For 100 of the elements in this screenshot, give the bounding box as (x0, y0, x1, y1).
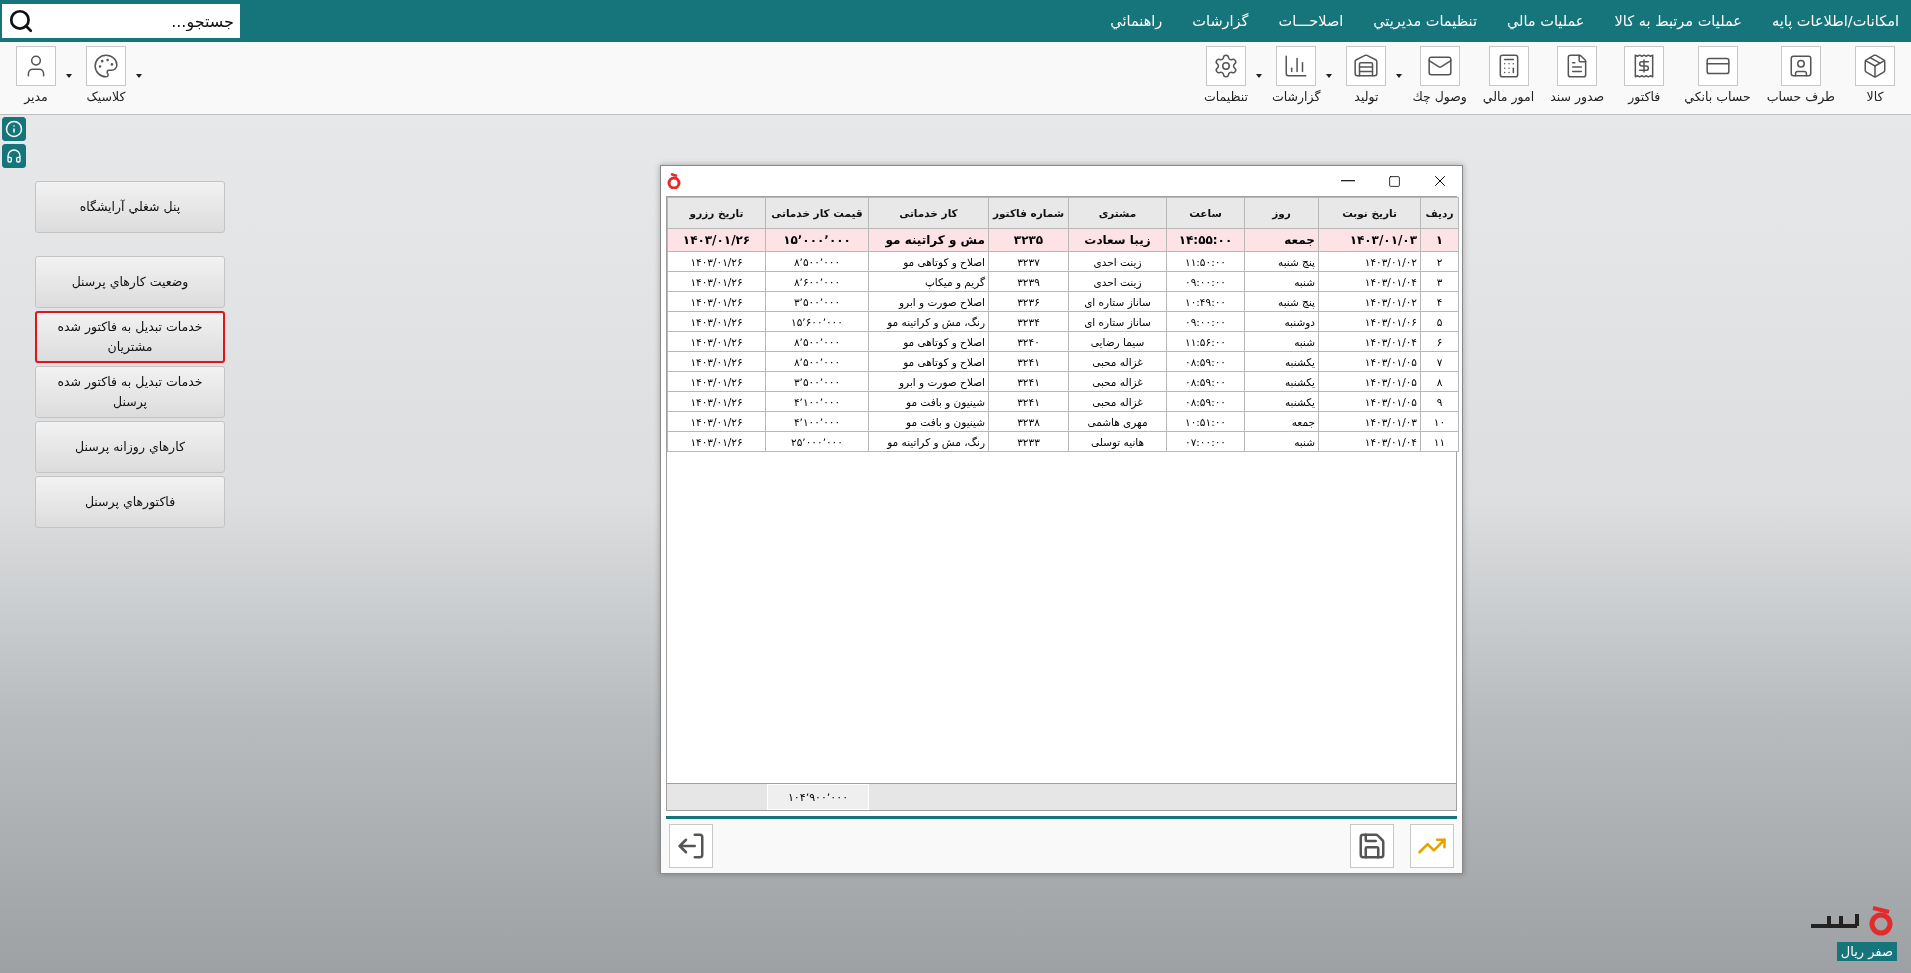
table-cell: ۳۲۳۸ (988, 411, 1069, 432)
menu-item[interactable]: امکانات/اطلاعات پایه (1771, 13, 1899, 29)
menu-item[interactable]: اصلاحـــات (1278, 13, 1344, 29)
table-cell: ۳۲۴۱ (988, 351, 1069, 372)
table-cell: ۳۲۳۳ (988, 431, 1069, 452)
toolbar-button[interactable]: طرف حساب (1760, 46, 1841, 104)
sidebar-button[interactable]: وضعیت کارهاي پرسنل (35, 256, 225, 308)
column-header[interactable]: قیمت کار خدماتی (765, 197, 869, 229)
toolbar-button[interactable]: حساب بانكي (1678, 46, 1757, 104)
table-row[interactable]: ۱۰ ۱۴۰۳/۰۱/۰۳ جمعه ۱۰:۵۱:۰۰ مهری هاشمی ۳۲۳۸ شینیون و بافت مو ۴٬۱۰۰٬۰۰۰ ۱۴۰۳/۰۱/۲۶ (667, 411, 1459, 432)
menu-item[interactable]: راهنمائي (1110, 13, 1163, 29)
table-row[interactable]: ۲ ۱۴۰۳/۰۱/۰۲ پنج شنبه ۱۱:۵۰:۰۰ زینت احدی ۳۲۳۷ اصلاح و کوتاهی مو ۸٬۵۰۰٬۰۰۰ ۱۴۰۳/۰۱/۲۶ (667, 251, 1459, 272)
support-agent-icon[interactable] (2, 144, 26, 168)
exit-button[interactable] (669, 824, 713, 868)
table-cell: ۱۴۰۳/۰۱/۲۶ (667, 311, 766, 332)
table-cell: زینت احدی (1068, 251, 1167, 272)
column-header[interactable]: شماره فاکتور (988, 197, 1069, 229)
column-header[interactable]: تاریخ نوبت (1318, 197, 1421, 229)
table-cell: ۴٬۱۰۰٬۰۰۰ (765, 391, 869, 412)
menu-item[interactable]: تنظیمات مدیریتي (1373, 13, 1477, 29)
toolbar-button[interactable]: مدیر (6, 46, 66, 104)
sidebar-button[interactable]: فاکتورهاي پرسنل (35, 476, 225, 528)
table-cell: ۱۰ (1420, 411, 1459, 432)
table-cell: ۲ (1420, 251, 1459, 272)
column-header[interactable]: مشتری (1068, 197, 1167, 229)
toolbar-button[interactable]: صدور سند (1544, 46, 1611, 104)
table-cell: ۱۰:۴۹:۰۰ (1166, 291, 1245, 312)
toolbar-button[interactable]: وصول چك (1406, 46, 1473, 104)
caret-icon[interactable] (1326, 74, 1333, 78)
column-header[interactable]: تاریخ رزرو (667, 197, 766, 229)
table-row[interactable]: ۴ ۱۴۰۳/۰۱/۰۲ پنج شنبه ۱۰:۴۹:۰۰ ساناز ستاره ای ۳۲۳۶ اصلاح صورت و ابرو ۳٬۵۰۰٬۰۰۰ ۱۴۰۳/۰۱/۲۶ (667, 291, 1459, 312)
table-cell: ۱۴۰۳/۰۱/۰۵ (1318, 371, 1421, 392)
info-icon[interactable] (2, 117, 26, 141)
sidebar-button[interactable]: پنل شغلي آرايشگاه (35, 181, 225, 233)
caret-icon[interactable] (66, 74, 72, 78)
sidebar-button[interactable]: خدمات تبديل به فاكتور شده پرسنل (35, 366, 225, 418)
table-cell: ۱۴۰۳/۰۱/۲۶ (667, 391, 766, 412)
table-cell: ۳۲۳۴ (988, 311, 1069, 332)
table-cell: یکشنبه (1244, 371, 1319, 392)
balance-badge: صفر ريال (1836, 942, 1897, 961)
table-row[interactable]: ۱ ۱۴۰۳/۰۱/۰۳ جمعه ۱۴:۵۵:۰۰ زیبا سعادت ۳۲۳۵ مش و کراتینه مو ۱۵٬۰۰۰٬۰۰۰ ۱۴۰۳/۰۱/۲۶ (667, 228, 1459, 252)
table-cell: ۳۲۳۷ (988, 251, 1069, 272)
table-cell: ۱۵٬۰۰۰٬۰۰۰ (765, 228, 869, 252)
table-cell: ساناز ستاره ای (1068, 291, 1167, 312)
table-cell: ۳ (1420, 271, 1459, 292)
table-cell: زینت احدی (1068, 271, 1167, 292)
caret-icon[interactable] (1255, 74, 1262, 78)
table-row[interactable]: ۷ ۱۴۰۳/۰۱/۰۵ یکشنبه ۰۸:۵۹:۰۰ غزاله محبی ۳۲۴۱ اصلاح و کوتاهی مو ۸٬۵۰۰٬۰۰۰ ۱۴۰۳/۰۱/۲۶ (667, 351, 1459, 372)
table-cell: ۱ (1420, 228, 1459, 252)
table-row[interactable]: ۹ ۱۴۰۳/۰۱/۰۵ یکشنبه ۰۸:۵۹:۰۰ غزاله محبی ۳۲۴۱ شینیون و بافت مو ۴٬۱۰۰٬۰۰۰ ۱۴۰۳/۰۱/۲۶ (667, 391, 1459, 412)
table-row[interactable]: ۱۱ ۱۴۰۳/۰۱/۰۴ شنبه ۰۷:۰۰:۰۰ هانیه توسلی ۳۲۳۳ رنگ، مش و کراتینه مو ۲۵٬۰۰۰٬۰۰۰ ۱۴۰۳/۰۱/۲۶ (667, 431, 1459, 452)
toolbar-button[interactable]: فاكتور (1614, 46, 1675, 104)
toolbar-button[interactable]: کالا (1845, 46, 1905, 104)
caret-icon[interactable] (1396, 74, 1403, 78)
table-cell: ۸٬۵۰۰٬۰۰۰ (765, 331, 869, 352)
table-cell: دوشنبه (1244, 311, 1319, 332)
table-cell: ۹ (1420, 391, 1459, 412)
table-row[interactable]: ۵ ۱۴۰۳/۰۱/۰۶ دوشنبه ۰۹:۰۰:۰۰ ساناز ستاره ای ۳۲۳۴ رنگ، مش و کراتینه مو ۱۵٬۶۰۰٬۰۰۰ ۱۴۰۳/۰۱/۲۶ (667, 311, 1459, 332)
column-header[interactable]: کار خدماتی (868, 197, 989, 229)
table-cell: ۳۲۳۹ (988, 271, 1069, 292)
table-cell: ساناز ستاره ای (1068, 311, 1167, 332)
column-header[interactable]: ساعت (1166, 197, 1245, 229)
column-header[interactable]: روز (1244, 197, 1319, 229)
menu-item[interactable]: گزارشات (1192, 13, 1249, 29)
toolbar-button[interactable]: تنظیمات (1195, 46, 1256, 104)
table-cell: ۱۴۰۳/۰۱/۲۶ (667, 228, 766, 252)
save-button[interactable] (1350, 824, 1394, 868)
table-cell: رنگ، مش و کراتینه مو (868, 311, 989, 332)
maximize-icon (1387, 174, 1401, 188)
menu-item[interactable]: عملیات مالي (1506, 13, 1585, 29)
table-cell: غزاله محبی (1068, 351, 1167, 372)
table-cell: ۰۹:۰۰:۰۰ (1166, 271, 1245, 292)
table-row[interactable]: ۸ ۱۴۰۳/۰۱/۰۵ یکشنبه ۰۸:۵۹:۰۰ غزاله محبی ۳۲۴۱ اصلاح صورت و ابرو ۳٬۵۰۰٬۰۰۰ ۱۴۰۳/۰۱/۲۶ (667, 371, 1459, 392)
table-cell: ۱۴۰۳/۰۱/۲۶ (667, 251, 766, 272)
toolbar-button[interactable]: امور مالي (1476, 46, 1541, 104)
table-cell: ۰۸:۵۹:۰۰ (1166, 351, 1245, 372)
toolbar-button[interactable]: گزارشات (1265, 46, 1327, 104)
toolbar-button[interactable]: کلاسیک (76, 46, 136, 104)
table-cell: ۱۴۰۳/۰۱/۰۲ (1318, 291, 1421, 312)
table-cell: یکشنبه (1244, 351, 1319, 372)
table-row[interactable]: ۳ ۱۴۰۳/۰۱/۰۴ شنبه ۰۹:۰۰:۰۰ زینت احدی ۳۲۳۹ گریم و میکاپ ۸٬۶۰۰٬۰۰۰ ۱۴۰۳/۰۱/۲۶ (667, 271, 1459, 292)
table-cell: ۴ (1420, 291, 1459, 312)
table-cell: ۰۷:۰۰:۰۰ (1166, 431, 1245, 452)
table-row[interactable]: ۶ ۱۴۰۳/۰۱/۰۴ شنبه ۱۱:۵۶:۰۰ سیما رضایی ۳۲۴۰ اصلاح و کوتاهی مو ۸٬۵۰۰٬۰۰۰ ۱۴۰۳/۰۱/۲۶ (667, 331, 1459, 352)
menu-item[interactable]: عملیات مرتبط به کالا (1614, 13, 1742, 29)
table-cell: ۰۹:۰۰:۰۰ (1166, 311, 1245, 332)
table-cell: غزاله محبی (1068, 371, 1167, 392)
table-cell: اصلاح صورت و ابرو (868, 371, 989, 392)
table-cell: ۱۴۰۳/۰۱/۰۴ (1318, 431, 1421, 452)
caret-icon[interactable] (136, 74, 142, 78)
table-cell: ۱۱:۵۰:۰۰ (1166, 251, 1245, 272)
search-icon[interactable] (8, 8, 34, 34)
toolbar-button[interactable]: تولید (1336, 46, 1397, 104)
column-header[interactable]: ردیف (1420, 197, 1459, 229)
sidebar-button[interactable]: خدمات تبديل به فاكتور شده مشتريان (35, 311, 225, 363)
table-cell: ۱۱:۵۶:۰۰ (1166, 331, 1245, 352)
search-box[interactable]: جستجو... (2, 4, 240, 38)
table-cell: ۱۴۰۳/۰۱/۰۲ (1318, 251, 1421, 272)
table-cell: ۱۵٬۶۰۰٬۰۰۰ (765, 311, 869, 332)
sidebar-button[interactable]: کارهاي روزانه پرسنل (35, 421, 225, 473)
